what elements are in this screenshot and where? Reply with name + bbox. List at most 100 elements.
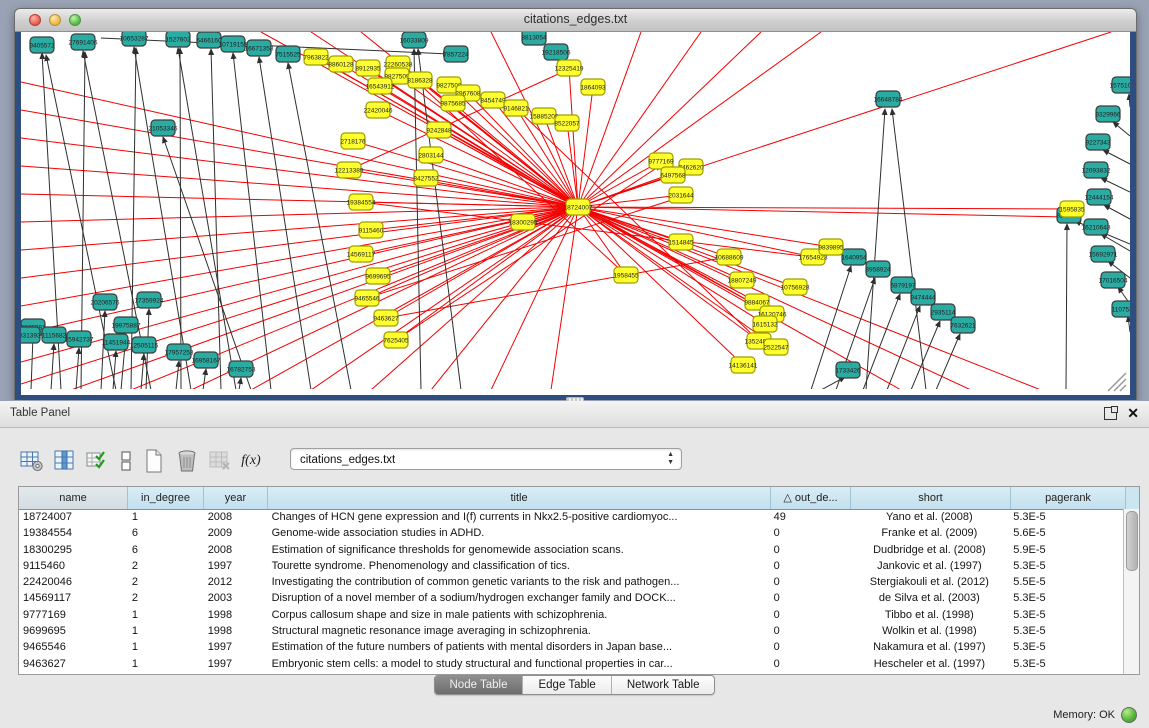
citation-edge[interactable] (578, 175, 673, 207)
resize-grip-icon[interactable] (1102, 371, 1128, 393)
graph-node[interactable]: 16648784 (874, 91, 903, 107)
tab-edge-table[interactable]: Edge Table (522, 676, 610, 694)
graph-node[interactable]: 15751074 (1110, 77, 1130, 93)
citation-edge[interactable] (567, 123, 578, 207)
graph-node[interactable]: 7857224 (443, 46, 469, 62)
graph-node[interactable]: 9839895 (818, 239, 844, 255)
graph-node[interactable]: 14136141 (729, 357, 758, 373)
graph-node[interactable]: 12093832 (1082, 162, 1111, 178)
graph-node[interactable]: 8813054 (521, 32, 547, 45)
graph-node[interactable]: 18300295 (509, 214, 538, 230)
table-row[interactable]: 969969511998Structural magnetic resonanc… (19, 623, 1124, 639)
graph-node[interactable]: 9405572 (29, 37, 55, 53)
network-canvas[interactable]: 9405572276914061065328715276026466160107… (15, 32, 1136, 401)
column-header[interactable]: name (19, 487, 128, 509)
directed-edge[interactable] (892, 109, 926, 389)
column-header[interactable]: pagerank (1011, 487, 1126, 509)
citation-edge[interactable] (378, 207, 578, 276)
graph-node[interactable]: 9329966 (1095, 106, 1121, 122)
graph-node[interactable]: 15942737 (65, 331, 94, 347)
network-graph[interactable]: 9405572276914061065328715276026466160107… (21, 32, 1130, 389)
graph-node[interactable]: 9242848 (426, 122, 452, 138)
graph-node[interactable]: 2031644 (668, 187, 694, 203)
function-builder-button[interactable]: f(x) (239, 447, 263, 475)
directed-edge[interactable] (239, 378, 241, 389)
citation-edge[interactable] (578, 32, 821, 207)
directed-edge[interactable] (863, 294, 900, 389)
directed-edge[interactable] (76, 348, 79, 389)
citation-edge[interactable] (251, 207, 578, 389)
graph-node[interactable]: 8958924 (865, 261, 891, 277)
citation-edge[interactable] (371, 207, 578, 389)
table-row[interactable]: 911546021997Tourette syndrome. Phenomeno… (19, 558, 1124, 574)
graph-node[interactable]: 21053346 (149, 120, 178, 136)
graph-node[interactable]: 2718176 (340, 133, 366, 149)
citation-edge[interactable] (311, 207, 578, 389)
graph-node[interactable]: 18724007 (564, 199, 593, 215)
table-row[interactable]: 977716911998Corpus callosum shape and si… (19, 607, 1124, 623)
graph-node[interactable]: 8860128 (328, 56, 354, 72)
citation-edge[interactable] (21, 207, 578, 222)
directed-edge[interactable] (911, 321, 940, 389)
table-row[interactable]: 946554611997Estimation of the future num… (19, 639, 1124, 655)
column-header[interactable]: year (204, 487, 268, 509)
select-all-checks-button[interactable] (84, 447, 112, 475)
graph-node[interactable]: 12325419 (555, 60, 584, 76)
graph-node[interactable]: 17359924 (135, 292, 164, 308)
graph-node[interactable]: 8454749 (480, 92, 506, 108)
graph-node[interactable]: 18807249 (728, 272, 757, 288)
directed-edge[interactable] (176, 361, 179, 389)
citation-edge[interactable] (386, 257, 727, 318)
graph-node[interactable]: 10653287 (120, 32, 149, 46)
graph-node[interactable]: 17957253 (165, 344, 194, 360)
graph-node[interactable]: 19218506 (542, 44, 571, 60)
delete-table-button[interactable] (173, 447, 201, 475)
table-vertical-scrollbar[interactable] (1123, 509, 1139, 674)
graph-node[interactable]: 14569117 (347, 246, 376, 262)
graph-node[interactable]: 19975887 (112, 317, 141, 333)
graph-node[interactable]: 11451944 (102, 334, 131, 350)
graph-node[interactable]: 9699695 (365, 268, 391, 284)
column-header[interactable]: △ out_de... (771, 487, 851, 509)
graph-node[interactable]: 16958167 (192, 352, 221, 368)
graph-node[interactable]: 1958455 (613, 267, 639, 283)
graph-node[interactable]: 16543912 (366, 78, 395, 94)
graph-node[interactable]: 16033809 (400, 32, 429, 48)
directed-edge[interactable] (936, 334, 960, 389)
show-columns-button[interactable] (51, 447, 79, 475)
window-titlebar[interactable]: citations_edges.txt (15, 9, 1136, 32)
graph-node[interactable]: 12444154 (1085, 189, 1114, 205)
citation-edge[interactable] (578, 32, 1111, 207)
graph-node[interactable]: 7632621 (950, 317, 976, 333)
graph-node[interactable]: 2522547 (763, 339, 789, 355)
graph-node[interactable]: 10719155 (219, 36, 248, 52)
graph-node[interactable]: 1527602 (165, 32, 191, 47)
directed-edge[interactable] (1129, 94, 1130, 107)
table-row[interactable]: 1872400712008Changes of HCN gene express… (19, 509, 1124, 525)
graph-node[interactable]: 1595835 (1059, 201, 1085, 217)
directed-edge[interactable] (1128, 316, 1130, 332)
graph-node[interactable]: 10688609 (715, 249, 744, 265)
graph-node[interactable]: 15692971 (1089, 246, 1118, 262)
graph-node[interactable]: 9465546 (354, 290, 380, 306)
citation-edge[interactable] (578, 195, 681, 207)
graph-node[interactable]: 8522057 (554, 115, 580, 131)
graph-node[interactable]: 6497568 (660, 167, 686, 183)
table-row[interactable]: 946362711997Embryonic stem cells: a mode… (19, 656, 1124, 672)
graph-node[interactable]: 7515525 (275, 46, 301, 62)
graph-node[interactable]: 9146821 (503, 100, 529, 116)
graph-node[interactable]: 8912935 (355, 60, 381, 76)
table-row[interactable]: 1456911722003Disruption of a novel membe… (19, 590, 1124, 606)
graph-node[interactable]: 1864093 (580, 79, 606, 95)
directed-edge[interactable] (180, 48, 181, 389)
directed-edge[interactable] (203, 369, 206, 389)
table-row[interactable]: 1830029562008Estimation of significance … (19, 542, 1124, 558)
graph-node[interactable]: 12505115 (130, 337, 159, 353)
table-settings-button[interactable] (18, 447, 46, 475)
graph-node[interactable]: 1615132 (752, 316, 778, 332)
graph-node[interactable]: 9115460 (359, 222, 384, 238)
directed-edge[interactable] (31, 336, 33, 389)
directed-edge[interactable] (178, 48, 236, 389)
graph-node[interactable]: 16782753 (227, 361, 256, 377)
graph-node[interactable]: 1733426 (835, 362, 861, 378)
